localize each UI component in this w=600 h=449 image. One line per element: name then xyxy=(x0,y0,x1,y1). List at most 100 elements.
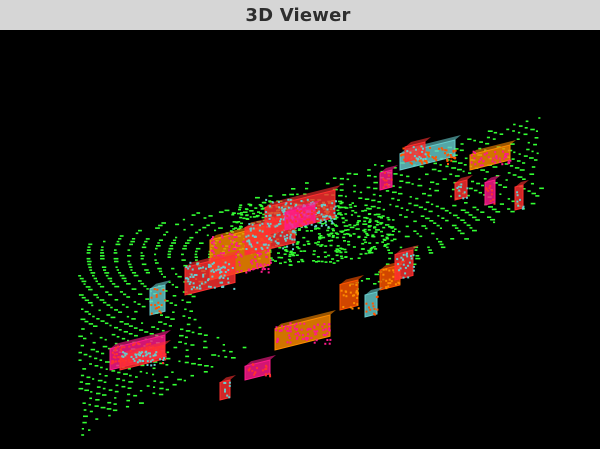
object-point xyxy=(228,384,231,387)
lidar-point xyxy=(103,269,107,271)
lidar-point xyxy=(331,234,335,237)
lidar-point xyxy=(165,231,169,233)
lidar-point xyxy=(472,229,477,232)
lidar-point xyxy=(185,349,189,351)
lidar-point xyxy=(108,293,113,296)
object-point xyxy=(120,346,123,349)
object-point xyxy=(289,326,292,329)
object-point xyxy=(289,322,292,325)
lidar-point xyxy=(316,243,320,246)
lidar-point xyxy=(389,203,392,206)
lidar-point xyxy=(185,330,191,332)
lidar-point xyxy=(83,415,88,418)
object-point xyxy=(212,240,215,243)
object-point xyxy=(265,365,268,368)
lidar-point xyxy=(130,240,135,243)
lidar-point xyxy=(224,209,230,212)
lidar-point xyxy=(155,227,160,229)
object-point xyxy=(265,215,268,218)
lidar-point xyxy=(165,388,169,391)
object-point xyxy=(457,185,460,188)
object-point xyxy=(345,295,348,298)
lidar-point xyxy=(451,188,455,191)
lidar-point xyxy=(348,204,352,206)
lidar-point xyxy=(382,226,386,229)
lidar-point xyxy=(80,318,86,321)
object-point xyxy=(251,223,254,226)
lidar-point xyxy=(513,123,516,126)
lidar-point xyxy=(353,190,356,193)
lidar-point xyxy=(398,192,403,195)
lidar-point xyxy=(355,228,360,230)
object-point xyxy=(256,241,259,244)
lidar-point xyxy=(232,228,236,230)
object-point xyxy=(392,269,395,272)
lidar-point xyxy=(327,240,331,242)
lidar-point xyxy=(493,221,496,224)
object-point xyxy=(267,271,270,274)
lidar-point xyxy=(452,160,457,163)
object-point xyxy=(394,283,397,286)
lidar-point xyxy=(119,235,124,237)
lidar-point xyxy=(240,222,243,225)
object-point xyxy=(295,203,298,206)
lidar-point xyxy=(366,234,370,236)
lidar-point xyxy=(78,275,82,277)
object-point xyxy=(382,186,385,189)
lidar-point xyxy=(118,311,123,313)
object-point xyxy=(251,262,254,265)
point-cloud-canvas[interactable] xyxy=(0,30,600,449)
lidar-point xyxy=(301,260,305,263)
lidar-point xyxy=(81,434,85,436)
object-point xyxy=(313,325,316,328)
lidar-point xyxy=(111,333,116,336)
object-point xyxy=(189,276,192,278)
object-point xyxy=(328,323,331,326)
object-point xyxy=(322,215,325,218)
object-point xyxy=(470,161,473,164)
lidar-point xyxy=(101,266,107,268)
lidar-point xyxy=(190,344,195,346)
3d-viewport[interactable] xyxy=(0,30,600,449)
lidar-point xyxy=(87,302,93,304)
lidar-point xyxy=(377,201,381,203)
object-point xyxy=(154,354,157,357)
object-point xyxy=(331,222,334,224)
object-point xyxy=(320,224,323,227)
object-point xyxy=(267,372,270,375)
lidar-point xyxy=(156,245,161,247)
object-point xyxy=(146,364,149,366)
lidar-point xyxy=(172,383,177,386)
object-point xyxy=(221,245,224,248)
object-point xyxy=(499,160,502,163)
lidar-point xyxy=(80,374,85,377)
lidar-point xyxy=(339,247,343,250)
object-point xyxy=(162,359,165,361)
lidar-point xyxy=(314,242,318,244)
object-point xyxy=(412,269,415,272)
lidar-point xyxy=(296,193,299,196)
object-point xyxy=(233,236,236,239)
object-point xyxy=(221,286,224,288)
lidar-point xyxy=(492,138,496,140)
lidar-point xyxy=(523,188,526,190)
lidar-point xyxy=(116,240,120,243)
lidar-point xyxy=(125,306,129,308)
lidar-point xyxy=(203,371,208,373)
lidar-point xyxy=(398,230,401,233)
lidar-point xyxy=(310,230,313,232)
lidar-point xyxy=(430,203,434,206)
object-point xyxy=(291,221,294,224)
lidar-point xyxy=(242,346,247,349)
object-point xyxy=(487,189,490,192)
lidar-point xyxy=(204,365,209,367)
object-point xyxy=(111,351,114,354)
lidar-point xyxy=(329,244,333,247)
object-point xyxy=(279,234,282,237)
lidar-point xyxy=(367,174,371,177)
object-point xyxy=(227,281,230,284)
lidar-point xyxy=(88,266,92,269)
title-bar[interactable]: 3D Viewer xyxy=(0,0,600,30)
object-point xyxy=(239,253,242,256)
lidar-point xyxy=(168,247,174,250)
